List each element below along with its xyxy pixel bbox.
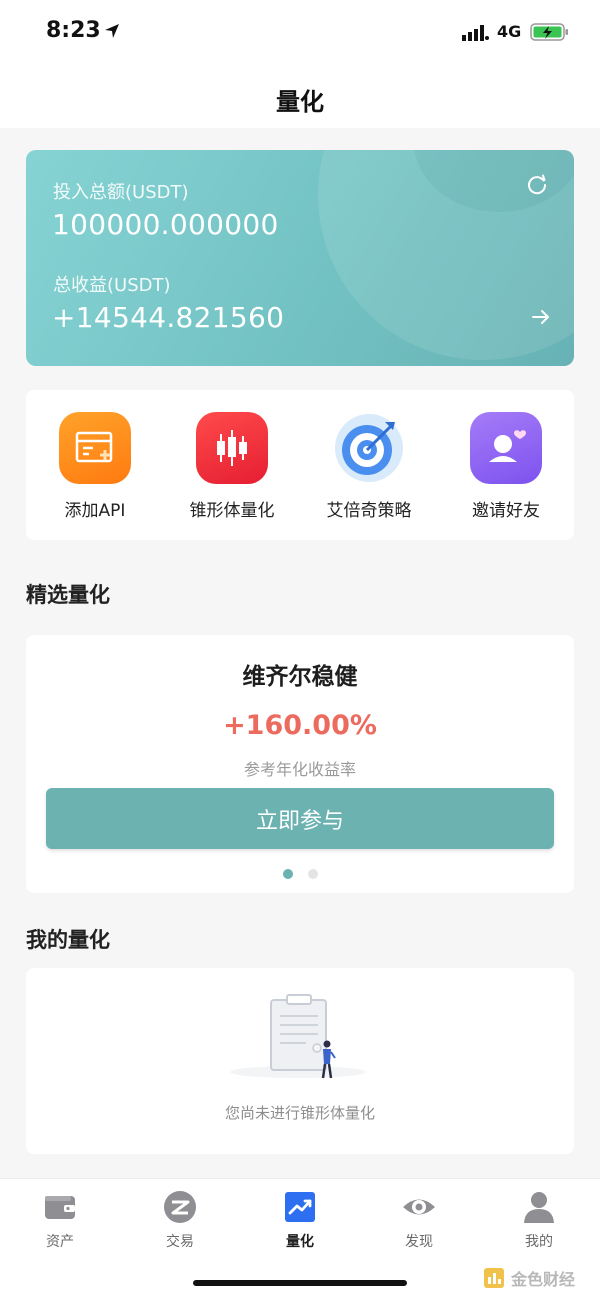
carousel-dot-active[interactable] [283,869,293,879]
watermark: 金色财经 [483,1266,575,1290]
exchange-icon [164,1191,196,1223]
battery-charging-icon [530,23,568,41]
home-indicator [193,1280,407,1286]
tab-label: 交易 [166,1234,194,1250]
tab-discover[interactable]: 发现 [379,1189,459,1251]
my-quant-section-title: 我的量化 [26,928,110,952]
total-profit-label: 总收益(USDT) [53,275,171,296]
carousel-dot[interactable] [308,869,318,879]
join-now-button[interactable]: 立即参与 [46,788,554,849]
tab-trade[interactable]: 交易 [140,1189,220,1251]
quick-actions-panel: 添加API 锥形体量化 艾倍奇策略 邀请好友 [26,390,574,540]
empty-clipboard-illustration [230,994,366,1079]
quick-action-cone-quant[interactable]: 锥形体量化 [172,412,292,521]
empty-state-text: 您尚未进行锥形体量化 [224,1104,375,1122]
wallet-icon [45,1196,75,1219]
api-card-icon [59,412,131,484]
my-quant-empty-card: 您尚未进行锥形体量化 [26,968,574,1154]
featured-quant-card[interactable]: 维齐尔稳健 +160.00% 参考年化收益率 立即参与 [26,635,574,893]
featured-strategy-name: 维齐尔稳健 [242,664,358,690]
page-title: 量化 [276,88,324,116]
tab-quant[interactable]: 量化 [260,1189,340,1251]
tab-label: 资产 [46,1234,74,1250]
featured-section-title: 精选量化 [26,583,110,607]
quick-action-add-api[interactable]: 添加API [35,412,155,521]
candlestick-icon [196,412,268,484]
invest-total-value: 100000.000000 [52,208,279,241]
eye-icon [403,1199,435,1215]
quick-action-label: 锥形体量化 [189,501,275,521]
summary-card: 投入总额(USDT) 100000.000000 总收益(USDT) +1454… [26,150,574,366]
network-label: 4G [497,22,522,41]
tab-label: 量化 [286,1234,314,1250]
featured-annual-rate: +160.00% [223,710,377,741]
profile-icon [524,1192,554,1223]
quick-action-strategy[interactable]: 艾倍奇策略 [309,412,429,521]
quick-action-label: 艾倍奇策略 [326,501,412,521]
location-arrow-icon [105,24,119,38]
tab-assets[interactable]: 资产 [20,1189,100,1251]
invite-friend-icon [470,412,542,484]
nav-bar: 量化 [0,66,600,128]
status-bar: 8:23 4G [0,0,600,66]
watermark-logo-icon [484,1268,504,1288]
quick-action-label: 邀请好友 [472,501,540,521]
tab-label: 发现 [405,1234,433,1250]
tab-profile[interactable]: 我的 [499,1189,579,1251]
quick-action-invite[interactable]: 邀请好友 [446,412,566,521]
tab-label: 我的 [525,1234,553,1250]
trend-chart-icon [285,1192,315,1222]
refresh-icon[interactable] [526,174,548,196]
target-icon [333,412,405,484]
status-time: 8:23 [46,18,101,43]
invest-total-label: 投入总额(USDT) [53,182,189,203]
signal-icon [462,25,489,41]
total-profit-value: +14544.821560 [52,301,285,334]
featured-rate-label: 参考年化收益率 [243,760,356,779]
arrow-right-icon[interactable] [531,308,551,326]
quick-action-label: 添加API [64,501,126,521]
watermark-text: 金色财经 [511,1270,576,1289]
